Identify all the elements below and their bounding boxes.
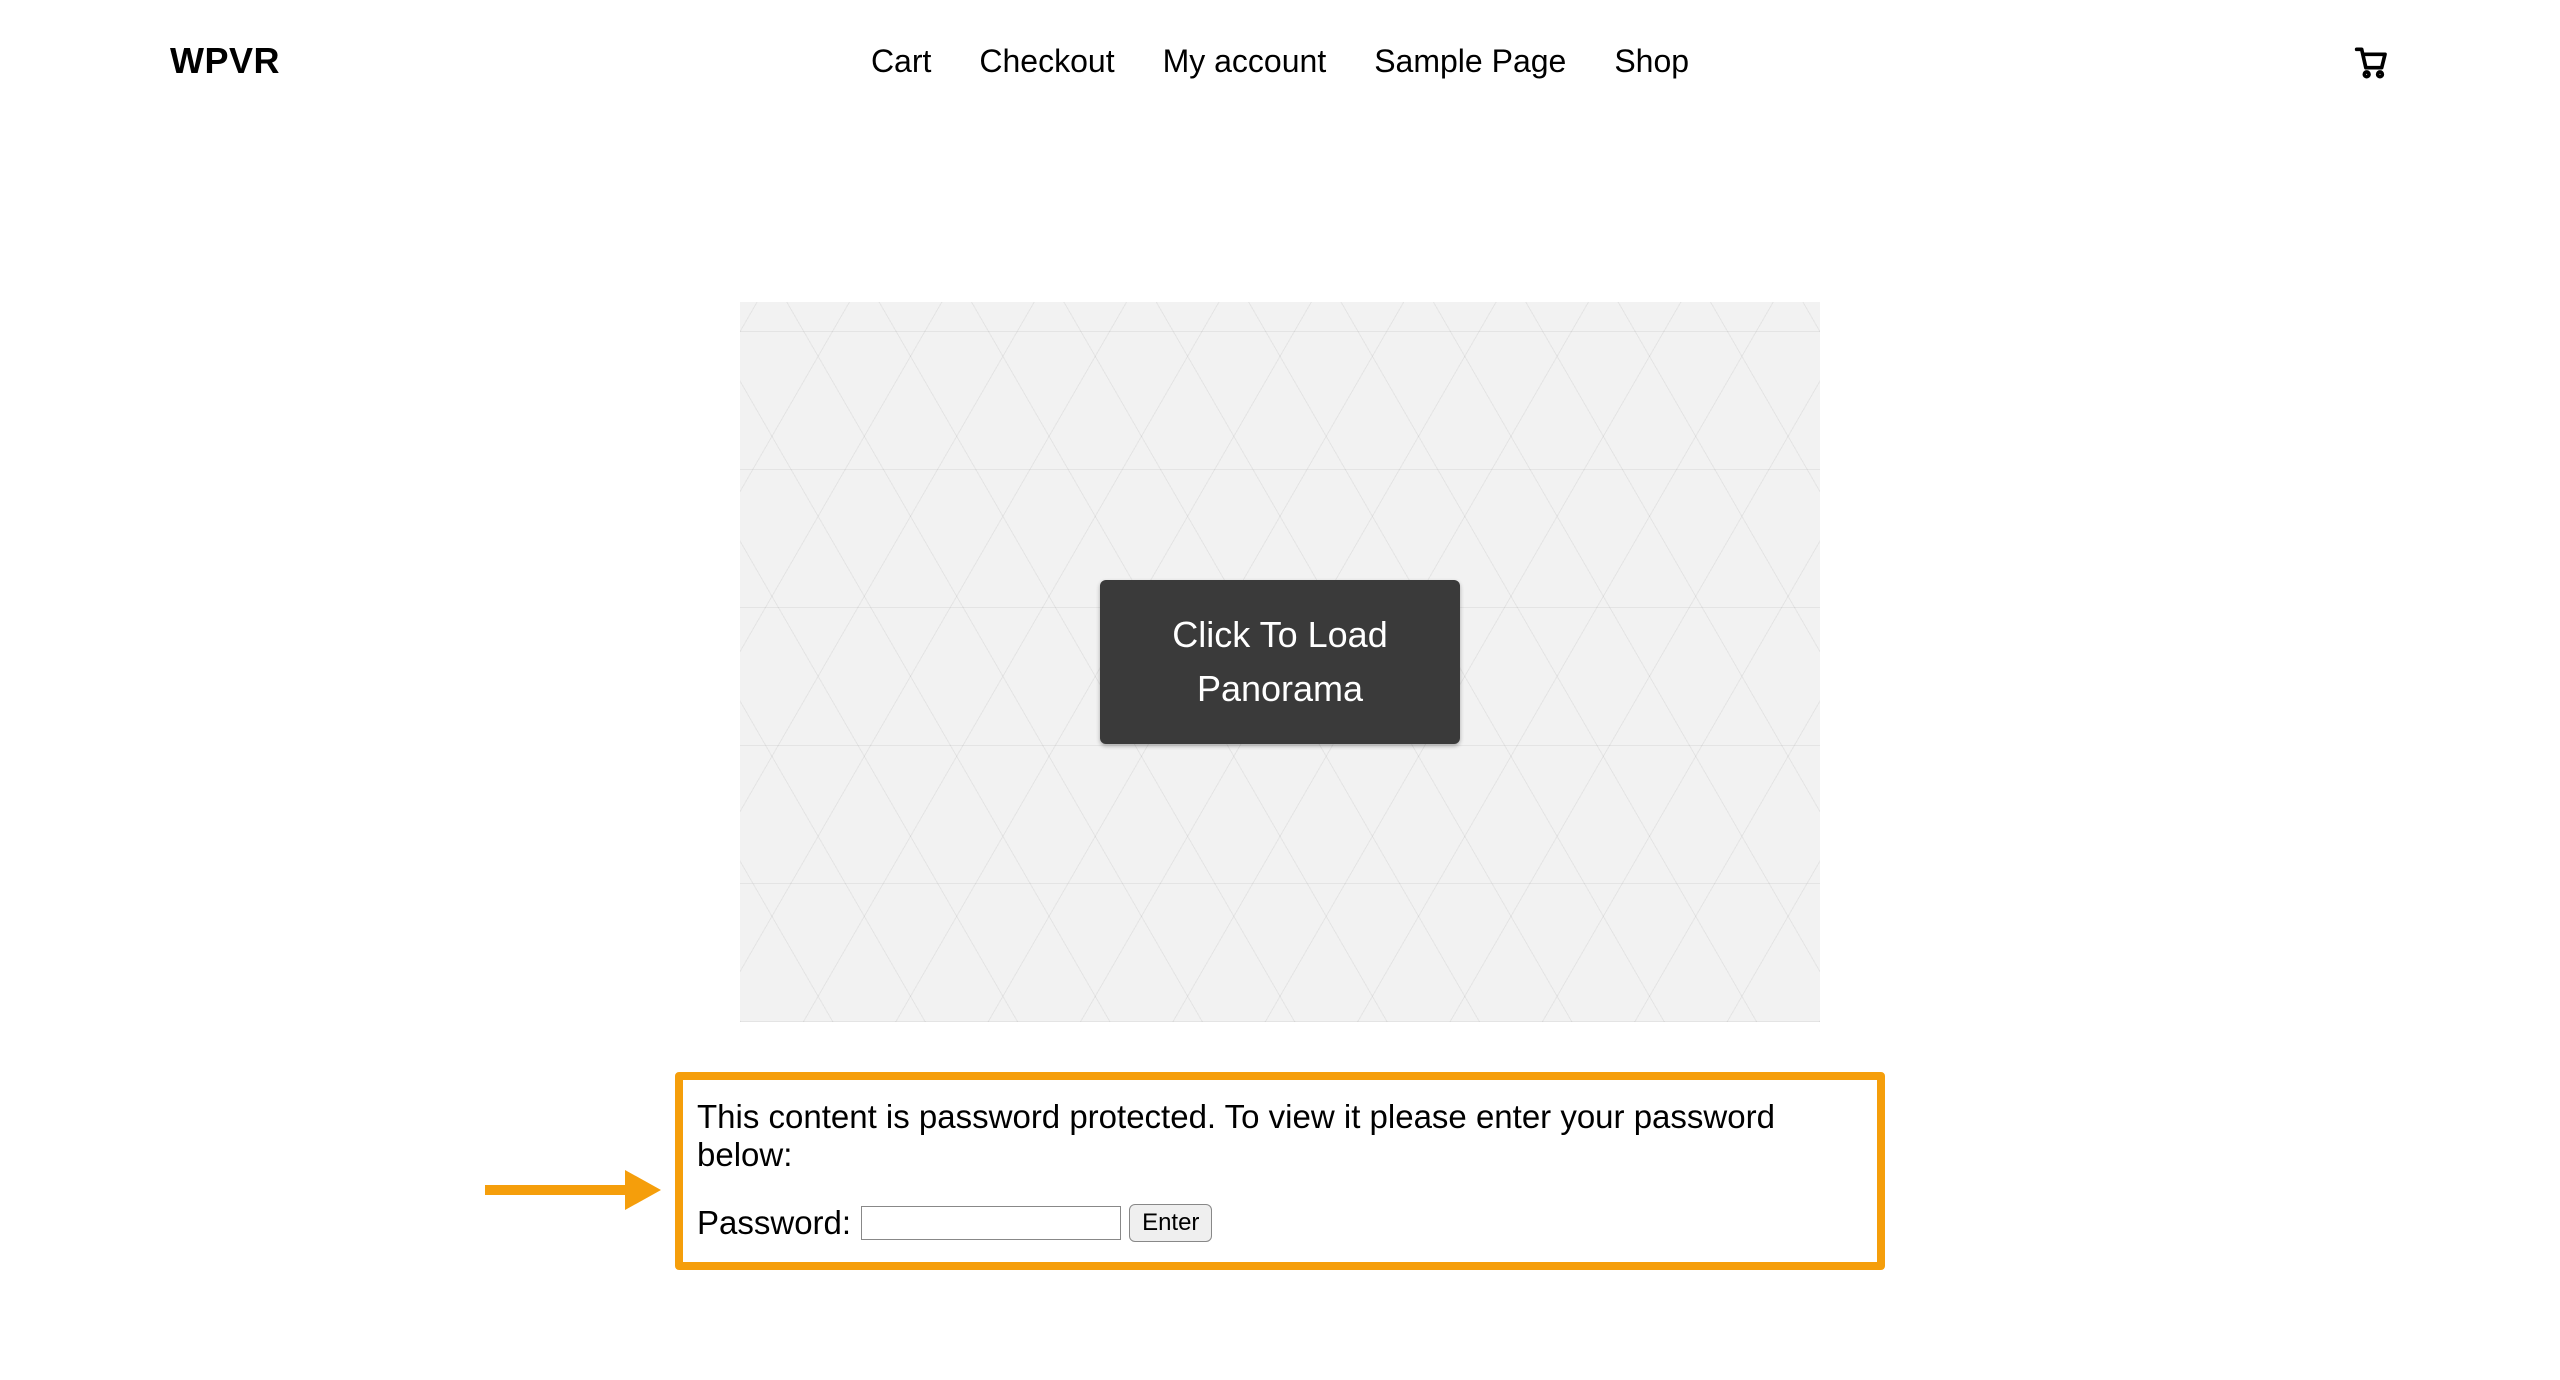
primary-nav: Cart Checkout My account Sample Page Sho… [871, 43, 1689, 80]
password-label: Password: [697, 1204, 851, 1242]
annotation-arrow [485, 1170, 661, 1210]
load-panorama-button[interactable]: Click To Load Panorama [1100, 580, 1460, 744]
nav-link-sample-page[interactable]: Sample Page [1374, 43, 1566, 80]
nav-link-shop[interactable]: Shop [1614, 43, 1689, 80]
protected-message: This content is password protected. To v… [697, 1098, 1863, 1174]
password-input[interactable] [861, 1206, 1121, 1240]
enter-button[interactable]: Enter [1129, 1204, 1212, 1242]
nav-link-checkout[interactable]: Checkout [979, 43, 1114, 80]
panorama-placeholder: Click To Load Panorama [740, 302, 1820, 1022]
arrow-line-icon [485, 1185, 625, 1195]
password-form: Password: Enter [697, 1204, 1863, 1242]
annotation-highlight-box: This content is password protected. To v… [675, 1072, 1885, 1270]
site-header: WPVR Cart Checkout My account Sample Pag… [0, 0, 2560, 102]
arrow-head-icon [625, 1170, 661, 1210]
nav-link-my-account[interactable]: My account [1163, 43, 1327, 80]
cart-icon [2350, 41, 2390, 81]
nav-link-cart[interactable]: Cart [871, 43, 931, 80]
site-title[interactable]: WPVR [170, 40, 280, 82]
cart-button[interactable] [2350, 41, 2390, 81]
password-protected-section: This content is password protected. To v… [675, 1072, 1885, 1270]
main-content: Click To Load Panorama This content is p… [0, 302, 2560, 1270]
